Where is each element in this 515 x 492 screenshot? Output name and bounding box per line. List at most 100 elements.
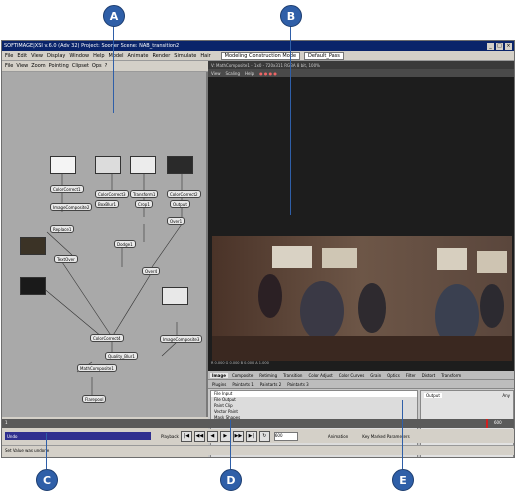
tab-transition[interactable]: Transition bbox=[281, 373, 304, 378]
fx-node[interactable]: Quality_Blur1 bbox=[105, 352, 138, 360]
pixel-info: R 0.000 G 0.000 B 0.000 A 1.000 bbox=[208, 361, 514, 371]
timeline[interactable]: 1 600 bbox=[2, 419, 514, 428]
tab-transform[interactable]: Transform bbox=[439, 373, 463, 378]
status-bar: Set Value was undone bbox=[2, 445, 514, 455]
tab-plugins[interactable]: Plugins bbox=[210, 382, 228, 387]
fx-node[interactable]: BoxBlur1 bbox=[95, 200, 120, 208]
tab-color-adjust[interactable]: Color Adjust bbox=[306, 373, 334, 378]
tab-retiming[interactable]: Retiming bbox=[257, 373, 279, 378]
menu-model[interactable]: Model bbox=[109, 53, 124, 59]
tab-paintarts-1[interactable]: Paintarts 1 bbox=[230, 382, 255, 387]
fx-node[interactable]: ImageComposite3 bbox=[160, 335, 203, 343]
callout-c: C bbox=[36, 469, 58, 491]
timeline-current-marker[interactable] bbox=[486, 419, 488, 428]
tab-image[interactable]: Image bbox=[210, 372, 228, 378]
tab-grain[interactable]: Grain bbox=[368, 373, 383, 378]
schematic-menu-pointing[interactable]: Pointing bbox=[49, 63, 69, 69]
first-frame-icon[interactable]: |◀ bbox=[180, 430, 192, 442]
menu-hair[interactable]: Hair bbox=[200, 53, 210, 59]
channel-buttons[interactable]: ● ● ● ● bbox=[259, 71, 277, 76]
fx-tree-schematic[interactable]: ColorCorrect1 ImageComposite2 Replace1 T… bbox=[2, 72, 208, 417]
viewer-menu-scaling[interactable]: Scaling bbox=[226, 71, 241, 76]
timeline-start: 1 bbox=[5, 420, 8, 425]
schematic-toolbar: File View Zoom Pointing Clipset Ops ? bbox=[2, 61, 208, 72]
frame-field[interactable]: 600 bbox=[273, 431, 298, 441]
status-text: Set Value was undone bbox=[5, 448, 50, 453]
clip-thumbnail-3[interactable] bbox=[130, 156, 156, 174]
callout-b-leader bbox=[290, 25, 291, 215]
clip-thumbnail-5[interactable] bbox=[20, 237, 46, 255]
tab-color-curves[interactable]: Color Curves bbox=[337, 373, 367, 378]
schematic-menu-ops[interactable]: Ops bbox=[92, 63, 102, 69]
menu-edit[interactable]: Edit bbox=[17, 53, 27, 59]
help-icon[interactable]: ? bbox=[105, 63, 108, 69]
clip-thumbnail-4[interactable] bbox=[167, 156, 193, 174]
minimize-button[interactable]: _ bbox=[487, 42, 494, 50]
fx-node[interactable]: Over4 bbox=[142, 267, 161, 275]
clip-thumbnail-7[interactable] bbox=[162, 287, 188, 305]
viewer-header: V: MathComposite1 - 1x0 - 720x311 RGBA 8… bbox=[208, 61, 514, 69]
fx-node[interactable]: ImageComposite2 bbox=[50, 203, 93, 211]
schematic-menu-clipset[interactable]: Clipset bbox=[72, 63, 89, 69]
train-image-art bbox=[212, 236, 512, 361]
fx-node[interactable]: ColorCorrect3 bbox=[95, 190, 129, 198]
tabs-row-1: Image Composite Retiming Transition Colo… bbox=[208, 371, 514, 380]
fx-node[interactable]: ColorCorrect1 bbox=[50, 185, 84, 193]
clip-thumbnail-1[interactable] bbox=[50, 156, 76, 174]
train-interior-image bbox=[212, 236, 512, 361]
fx-node[interactable]: TextOver bbox=[54, 255, 78, 263]
play-back-icon[interactable]: ◀ bbox=[206, 430, 218, 442]
playback-label[interactable]: Playback bbox=[161, 434, 179, 439]
fx-node[interactable]: ColorCorrect4 bbox=[90, 334, 124, 342]
loop-icon[interactable]: ↻ bbox=[258, 430, 270, 442]
menu-help[interactable]: Help bbox=[93, 53, 104, 59]
fx-node[interactable]: Crop1 bbox=[135, 200, 153, 208]
tab-distort[interactable]: Distort bbox=[420, 373, 438, 378]
menu-simulate[interactable]: Simulate bbox=[174, 53, 196, 59]
undo-field[interactable]: Undo bbox=[5, 432, 151, 440]
fx-node[interactable]: ColorCorrect2 bbox=[167, 190, 201, 198]
fx-node[interactable]: Flarepool bbox=[82, 395, 107, 403]
xsi-window: SOFTIMAGE|XSI v.6.0 (Adv 32) Project: So… bbox=[1, 40, 515, 458]
pass-select[interactable]: Default_Pass bbox=[304, 51, 344, 60]
tab-filter[interactable]: Filter bbox=[404, 373, 418, 378]
fx-viewer[interactable]: V: MathComposite1 - 1x0 - 720x311 RGBA 8… bbox=[208, 61, 514, 363]
construction-mode-select[interactable]: Modeling Construction Mode bbox=[220, 51, 301, 60]
schematic-menu-zoom[interactable]: Zoom bbox=[31, 63, 45, 69]
menu-render[interactable]: Render bbox=[152, 53, 170, 59]
fx-node[interactable]: Dodge1 bbox=[114, 240, 136, 248]
callout-e-leader bbox=[402, 400, 403, 469]
clip-thumbnail-6[interactable] bbox=[20, 277, 46, 295]
callout-e: E bbox=[392, 469, 414, 491]
last-frame-icon[interactable]: ▶| bbox=[245, 430, 257, 442]
viewer-menu-help[interactable]: Help bbox=[245, 71, 254, 76]
next-key-icon[interactable]: ▶▶ bbox=[232, 430, 244, 442]
fx-node[interactable]: Over1 bbox=[167, 217, 186, 225]
menu-view[interactable]: View bbox=[31, 53, 43, 59]
output-label[interactable]: Output bbox=[424, 393, 442, 398]
tab-paintarts-3[interactable]: Paintarts 3 bbox=[285, 382, 310, 387]
tab-composite[interactable]: Composite bbox=[230, 373, 255, 378]
viewer-menu-view[interactable]: View bbox=[211, 71, 221, 76]
schematic-menu-view[interactable]: View bbox=[16, 63, 28, 69]
fx-node[interactable]: Transform1 bbox=[130, 190, 159, 198]
menu-display[interactable]: Display bbox=[47, 53, 65, 59]
tab-paintarts-2[interactable]: Paintarts 2 bbox=[258, 382, 283, 387]
clip-thumbnail-2[interactable] bbox=[95, 156, 121, 174]
schematic-menu-file[interactable]: File bbox=[5, 63, 13, 69]
close-button[interactable]: × bbox=[505, 42, 512, 50]
fx-node[interactable]: Replace1 bbox=[50, 225, 75, 233]
timeline-end: 600 bbox=[494, 420, 502, 425]
animation-label[interactable]: Animation bbox=[328, 434, 348, 439]
fx-node[interactable]: MathComposite1 bbox=[77, 364, 117, 372]
callout-b: B bbox=[280, 5, 302, 27]
tab-optics[interactable]: Optics bbox=[385, 373, 402, 378]
fx-node[interactable]: Output bbox=[170, 200, 190, 208]
menu-animate[interactable]: Animate bbox=[128, 53, 149, 59]
menu-file[interactable]: File bbox=[5, 53, 13, 59]
menu-window[interactable]: Window bbox=[69, 53, 89, 59]
prev-key-icon[interactable]: ◀◀ bbox=[193, 430, 205, 442]
window-title: SOFTIMAGE|XSI v.6.0 (Adv 32) Project: So… bbox=[4, 43, 180, 49]
maximize-button[interactable]: □ bbox=[496, 42, 503, 50]
output-value: Any bbox=[502, 393, 510, 398]
